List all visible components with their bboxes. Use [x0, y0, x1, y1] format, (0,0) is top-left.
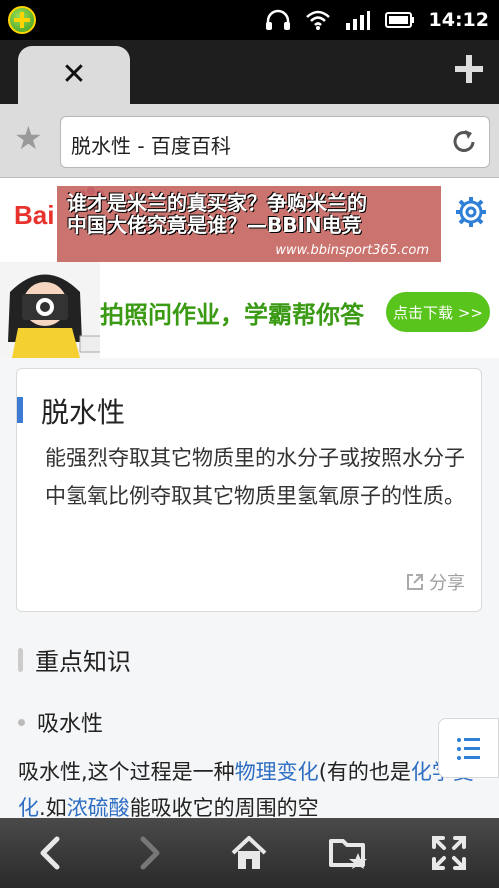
watermark-line-1: 谁才是米兰的真买家？争购米兰的: [67, 191, 367, 215]
share-label[interactable]: 分享: [429, 569, 465, 595]
body-text-1: 吸水性,这个过程是一种: [18, 760, 235, 784]
forward-arrow-icon: [140, 836, 160, 870]
body-text-2: (有的也是: [318, 760, 411, 784]
title-accent-bar: [17, 397, 23, 423]
status-icons: 14:12: [265, 0, 489, 40]
fullscreen-button[interactable]: [421, 825, 477, 881]
watermark-url: www.bbinsport365.com: [275, 243, 429, 258]
bottom-navigation: [0, 818, 499, 888]
summary-card: 脱水性 能强烈夺取其它物质里的水分子或按照水分子中氢氧比例夺取其它物质里氢氧原子…: [16, 368, 482, 612]
address-text[interactable]: 脱水性 - 百度百科: [71, 130, 231, 159]
new-tab-button[interactable]: [453, 53, 485, 85]
body-text-3: .如: [39, 796, 67, 820]
card-description: 能强烈夺取其它物质里的水分子或按照水分子中氢氧比例夺取其它物质里氢氧原子的性质。: [45, 446, 465, 508]
link-physical-change[interactable]: 物理变化: [235, 760, 319, 784]
tab-strip: ✕: [0, 40, 499, 104]
share-button[interactable]: 分享: [405, 569, 465, 595]
fullscreen-icon: [432, 836, 467, 870]
back-button[interactable]: [22, 825, 78, 881]
ad-headline[interactable]: 拍照问作业，学霸帮你答: [100, 295, 364, 330]
forward-button[interactable]: [122, 825, 178, 881]
watermark-overlay: 谁才是米兰的真买家？争购米兰的 中国大佬究竟是谁？—BBIN电竞 www.bbi…: [57, 186, 441, 266]
bookmark-folder-icon: [329, 839, 368, 869]
body-text-4: 能吸收它的周围的空: [129, 796, 319, 820]
share-icon: [407, 574, 423, 590]
girl-camera-illustration: [0, 262, 100, 358]
body-paragraph: 吸水性,这个过程是一种物理变化(有的也是化学变化.如浓硫酸能吸收它的周围的空: [18, 754, 488, 826]
section-bar: [18, 647, 23, 672]
baidu-logo[interactable]: Bai: [14, 200, 54, 231]
ad-download-button[interactable]: 点击下载 >>: [386, 292, 490, 332]
app-notification-icon: [8, 6, 36, 34]
link-sulfuric-acid[interactable]: 浓硫酸: [67, 796, 130, 820]
home-icon: [232, 836, 267, 869]
headphones-icon: [265, 9, 290, 30]
subsection-title: 吸水性: [37, 712, 104, 737]
subsection-heading: 吸水性: [18, 706, 103, 738]
browser-tab[interactable]: ✕: [18, 46, 130, 104]
address-bar[interactable]: 脱水性 - 百度百科: [60, 116, 490, 168]
signal-icon: [345, 11, 370, 30]
section-heading-text: 重点知识: [35, 648, 131, 676]
back-arrow-icon: [40, 836, 60, 870]
battery-icon: [384, 12, 414, 28]
main-content: 脱水性 能强烈夺取其它物质里的水分子或按照水分子中氢氧比例夺取其它物质里氢氧原子…: [0, 358, 499, 820]
bookmark-star-icon[interactable]: ★: [14, 122, 43, 154]
watermark-line-2: 中国大佬究竟是谁？—BBIN电竞: [67, 213, 362, 237]
card-title: 脱水性: [41, 396, 126, 429]
bookmarks-button[interactable]: [321, 825, 377, 881]
status-bar: 14:12: [0, 0, 499, 40]
address-row: ★ 脱水性 - 百度百科: [0, 104, 499, 178]
status-time: 14:12: [428, 9, 489, 31]
ad-banner[interactable]: 拍照问作业，学霸帮你答 点击下载 >>: [0, 262, 499, 358]
reload-icon[interactable]: [449, 127, 479, 157]
section-heading: 重点知识: [18, 642, 131, 677]
list-icon: [457, 738, 480, 760]
close-tab-icon[interactable]: ✕: [61, 60, 86, 90]
table-of-contents-button[interactable]: [438, 718, 499, 778]
wifi-icon: [305, 10, 330, 30]
settings-gear-icon[interactable]: [455, 196, 487, 228]
home-button[interactable]: [221, 825, 277, 881]
bullet-icon: [18, 718, 25, 726]
